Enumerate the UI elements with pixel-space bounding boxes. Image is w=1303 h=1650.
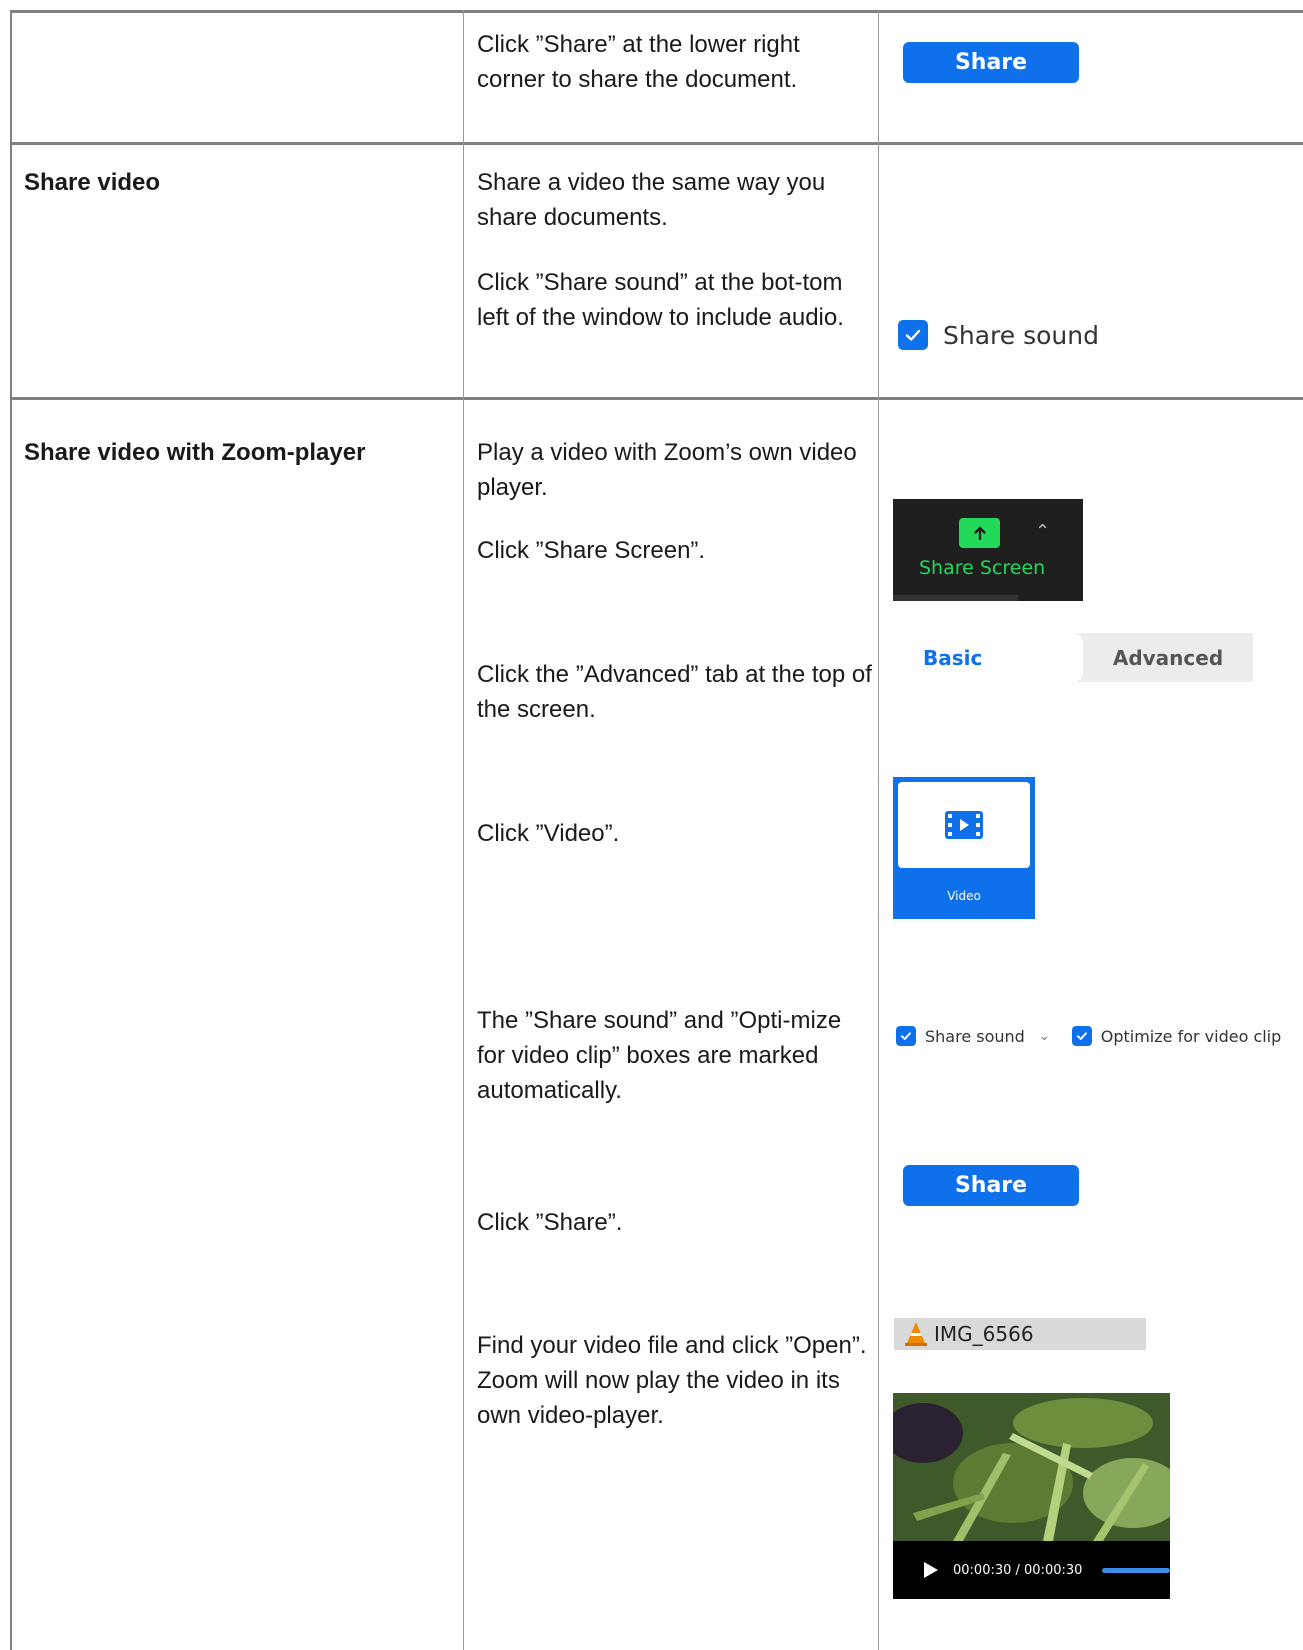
step-text: Click ”Video”.	[477, 820, 620, 847]
step-text: Find your video file and click ”Open”. Z…	[477, 1332, 867, 1429]
zoom-video-player: 00:00:30 / 00:00:30	[893, 1393, 1170, 1599]
progress-bar[interactable]	[1102, 1567, 1170, 1573]
video-frame-image	[893, 1393, 1170, 1541]
row-title: Share video	[24, 169, 161, 196]
chevron-up-icon[interactable]: ⌃	[1035, 521, 1050, 542]
check-icon	[898, 320, 928, 350]
share-screen-button[interactable]: ⌃ Share Screen	[893, 499, 1083, 601]
table-column-divider	[463, 10, 464, 1650]
toolbar-divider	[893, 595, 1018, 601]
step-text: Click the ”Advanced” tab at the top of t…	[477, 661, 872, 723]
row-title: Share video with Zoom-player	[24, 439, 366, 466]
video-tile-icon-area	[898, 782, 1030, 868]
table-rule	[10, 397, 1303, 400]
player-time: 00:00:30 / 00:00:30	[953, 1562, 1083, 1578]
table-column-divider	[878, 10, 879, 1650]
video-share-tile[interactable]: Video	[893, 777, 1035, 919]
share-sound-checkbox-small[interactable]	[896, 1026, 916, 1046]
step-text: Click ”Share” at the lower right corner …	[477, 31, 800, 93]
arrow-up-icon	[959, 518, 1000, 548]
table-border	[10, 10, 12, 1650]
share-tabs: Basic Advanced	[893, 633, 1253, 682]
film-icon	[945, 811, 983, 839]
share-screen-label: Share Screen	[919, 557, 1046, 579]
step-text: Click ”Share”.	[477, 1209, 623, 1236]
tab-advanced[interactable]: Advanced	[1083, 633, 1253, 682]
player-controls: 00:00:30 / 00:00:30	[893, 1541, 1170, 1599]
chevron-down-icon[interactable]: ⌄	[1039, 1029, 1050, 1044]
share-options: Share sound ⌄ Optimize for video clip	[896, 1026, 1281, 1046]
file-name: IMG_6566	[934, 1322, 1034, 1346]
table-rule	[10, 142, 1303, 145]
play-icon[interactable]	[923, 1561, 939, 1579]
share-sound-label: Share sound	[943, 320, 1099, 350]
tab-basic[interactable]: Basic	[893, 633, 1083, 682]
optimize-video-label: Optimize for video clip	[1100, 1026, 1282, 1046]
step-text: Play a video with Zoom’s own video playe…	[477, 439, 857, 501]
share-button[interactable]: Share	[903, 1165, 1079, 1206]
step-text: Click ”Share Screen”.	[477, 537, 706, 564]
vlc-cone-icon	[905, 1322, 927, 1346]
step-text: Click ”Share sound” at the bot-tom left …	[477, 269, 844, 331]
share-button[interactable]: Share	[903, 42, 1079, 83]
video-file-item[interactable]: IMG_6566	[894, 1318, 1146, 1350]
share-sound-checkbox[interactable]: Share sound	[898, 320, 1099, 350]
share-sound-option-label: Share sound	[925, 1026, 1025, 1046]
step-text: Share a video the same way you share doc…	[477, 169, 826, 231]
step-text: The ”Share sound” and ”Opti-mize for vid…	[477, 1007, 842, 1104]
video-tile-label: Video	[947, 889, 981, 903]
table-rule	[10, 10, 1303, 13]
optimize-video-checkbox[interactable]	[1071, 1026, 1092, 1046]
